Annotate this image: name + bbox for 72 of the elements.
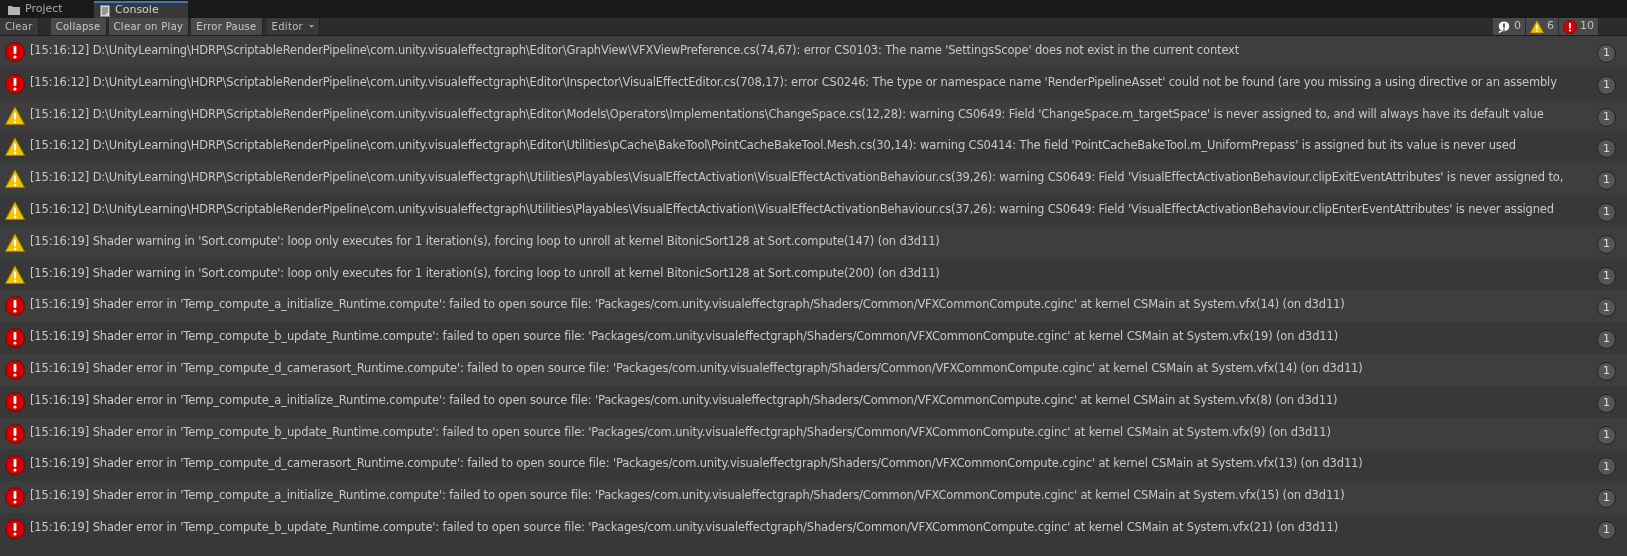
log-message: [15:16:19] Shader error in 'Temp_compute_a_initialize_Runtime.compute': failed to open source file: 'Packages/com.unity.visualeffectgraph/Shaders/Common/VFXCommonCompute.cginc' at kernel CSMain at System.vfx(8) (on d3d11): [30, 391, 1338, 409]
error-icon: [5, 487, 25, 508]
count-badge: 1: [1597, 520, 1616, 540]
count-badge: 1: [1597, 425, 1616, 445]
button[interactable]: Clear: [0, 18, 39, 35]
log-entry[interactable]: [0, 163, 1627, 195]
error-icon: [5, 455, 25, 476]
error-icon: [5, 296, 25, 317]
filter-toggle[interactable]: 0: [1493, 18, 1526, 35]
error-icon: [5, 73, 25, 94]
filter-toggle[interactable]: 6: [1526, 18, 1559, 35]
folder-icon: [8, 4, 20, 15]
count-badge: 1: [1597, 298, 1616, 318]
error-icon: [5, 423, 25, 444]
log-entry[interactable]: [15:16:19] Shader warning in 'Sort.compute': loop only executes for 1 iteration(s), forcing loop to unroll at kernel BitonicSort128 at Sort.compute(147) (on d3d11) 1: [0, 226, 1627, 259]
tab[interactable]: Console: [94, 1, 188, 18]
toggle-button[interactable]: Clear on Play: [108, 18, 190, 35]
warning-icon: [5, 169, 25, 190]
count-badge: 1: [1597, 361, 1616, 381]
log-message: [15:16:12] D:\UnityLearning\HDRP\ScriptableRenderPipeline\com.unity.visualeffectgraph\Utilities\Playables\VisualEffectActivation\VisualEffectActivationBehaviour.cs(39,26): warning CS0649: Field 'VisualEffectActivationBehaviour.clipExitEventAttributes' is never assigned to,: [30, 169, 1564, 187]
log-entry[interactable]: [0, 353, 1627, 386]
count-badge: 1: [1597, 171, 1616, 191]
count-badge: 1: [1597, 266, 1616, 286]
error-icon: [5, 42, 25, 62]
error-icon: [5, 518, 25, 539]
log-entry[interactable]: [0, 99, 1627, 132]
warning-icon: [5, 264, 25, 285]
count-badge: 1: [1597, 203, 1616, 222]
log-message: [15:16:19] Shader error in 'Temp_compute_b_update_Runtime.compute': failed to open source file: 'Packages/com.unity.visualeffectgraph/Shaders/Common/VFXCommonCompute.cginc' at kernel CSMain at System.vfx(19) (on d3d11): [30, 328, 1339, 346]
error-icon: [1563, 19, 1577, 34]
log-message: [15:16:12] D:\UnityLearning\HDRP\ScriptableRenderPipeline\com.unity.visualeffectgraph\Editor\Inspector\VisualEffectEditor.cs(708,17): error CS0246: The type or namespace name 'RenderPipelineAsset' could not be found (are you missing a using directive or an assembly: [30, 73, 1557, 91]
log-message: [15:16:19] Shader error in 'Temp_compute_b_update_Runtime.compute': failed to open source file: 'Packages/com.unity.visualeffectgraph/Shaders/Common/VFXCommonCompute.cginc' at kernel CSMain at System.vfx(9) (on d3d11): [30, 423, 1331, 441]
count-badge: 1: [1597, 44, 1616, 63]
log-message: [15:16:19] Shader error in 'Temp_compute_b_update_Runtime.compute': failed to open source file: 'Packages/com.unity.visualeffectgraph/Shaders/Common/VFXCommonCompute.cginc' at kernel CSMain at System.vfx(21) (on d3d11): [30, 518, 1339, 536]
warning-icon: [5, 105, 25, 126]
count-badge: 1: [1597, 489, 1616, 509]
count-badge: 1: [1597, 457, 1616, 477]
error-icon: [5, 328, 25, 349]
log-entry[interactable]: [0, 290, 1627, 323]
error-icon: [5, 359, 25, 380]
filter-toggle[interactable]: 10: [1559, 18, 1599, 35]
log-message: [15:16:12] D:\UnityLearning\HDRP\ScriptableRenderPipeline\com.unity.visualeffectgraph\Editor\GraphView\VFXViewPreference.cs(74,67): error CS0103: The name 'SettingsScope' does not exist in the current context: [30, 42, 1240, 59]
log-message: [15:16:12] D:\UnityLearning\HDRP\ScriptableRenderPipeline\com.unity.visualeffectgraph\Editor\Models\Operators\Implementations\ChangeSpace.cs(12,28): warning CS0649: Field 'ChangeSpace.m_targetSpace' is never assigned to, and will always have its default value: [30, 105, 1544, 123]
error-icon: [5, 391, 25, 412]
log-message: [15:16:12] D:\UnityLearning\HDRP\ScriptableRenderPipeline\com.unity.visualeffectgraph\Editor\Utilities\pCache\BakeTool\PointCacheBakeTool.Mesh.cs(30,14): warning CS0414: The field 'PointCacheBakeTool.m_UniformPrepass' is assigned but its value is never used: [30, 137, 1516, 155]
toggle-button[interactable]: Error Pause: [191, 18, 263, 35]
dropdown[interactable]: Editor: [266, 18, 320, 35]
log-entry[interactable]: [0, 417, 1627, 450]
log-message: [15:16:12] D:\UnityLearning\HDRP\ScriptableRenderPipeline\com.unity.visualeffectgraph\Utilities\Playables\VisualEffectActivation\VisualEffectActivationBehaviour.cs(37,26): warning CS0649: Field 'VisualEffectActivationBehaviour.clipEnterEventAttributes' is never assigned: [30, 201, 1554, 218]
warning-icon: [5, 201, 25, 221]
count-badge: 1: [1597, 75, 1616, 95]
log-message: [15:16:19] Shader error in 'Temp_compute_d_camerasort_Runtime.compute': failed to open source file: 'Packages/com.unity.visualeffectgraph/Shaders/Common/VFXCommonCompute.cginc' at kernel CSMain at System.vfx(13) (on d3d11): [30, 455, 1363, 473]
document-icon: [100, 4, 110, 17]
caret-icon: [308, 25, 314, 28]
info-icon: [1497, 19, 1511, 34]
warning-icon: [5, 232, 25, 253]
count-badge: 1: [1597, 139, 1616, 159]
log-message: [15:16:19] Shader warning in 'Sort.compute': loop only executes for 1 iteration(s), forcing loop to unroll at kernel BitonicSort128 at Sort.compute(147) (on d3d11): [30, 232, 940, 250]
count-badge: 1: [1597, 330, 1616, 350]
log-message: [15:16:19] Shader error in 'Temp_compute_a_initialize_Runtime.compute': failed to open source file: 'Packages/com.unity.visualeffectgraph/Shaders/Common/VFXCommonCompute.cginc' at kernel CSMain at System.vfx(15) (on d3d11): [30, 487, 1345, 505]
count-badge: 1: [1597, 393, 1616, 413]
log-entry[interactable]: [0, 36, 1627, 68]
warning-icon: [1530, 19, 1544, 34]
toggle-button[interactable]: Collapse: [50, 18, 107, 35]
log-message: [15:16:19] Shader error in 'Temp_compute_d_camerasort_Runtime.compute': failed to open source file: 'Packages/com.unity.visualeffectgraph/Shaders/Common/VFXCommonCompute.cginc' at kernel CSMain at System.vfx(14) (on d3d11): [30, 359, 1363, 377]
warning-icon: [5, 137, 25, 158]
log-message: [15:16:19] Shader warning in 'Sort.compute': loop only executes for 1 iteration(s), forcing loop to unroll at kernel BitonicSort128 at Sort.compute(200) (on d3d11): [30, 264, 940, 282]
count-badge: 1: [1597, 107, 1616, 127]
log-message: [15:16:19] Shader error in 'Temp_compute_a_initialize_Runtime.compute': failed to open source file: 'Packages/com.unity.visualeffectgraph/Shaders/Common/VFXCommonCompute.cginc' at kernel CSMain at System.vfx(14) (on d3d11): [30, 296, 1345, 314]
log-entry[interactable]: [0, 481, 1627, 513]
tab[interactable]: Project: [2, 1, 74, 18]
count-badge: 1: [1597, 234, 1616, 254]
